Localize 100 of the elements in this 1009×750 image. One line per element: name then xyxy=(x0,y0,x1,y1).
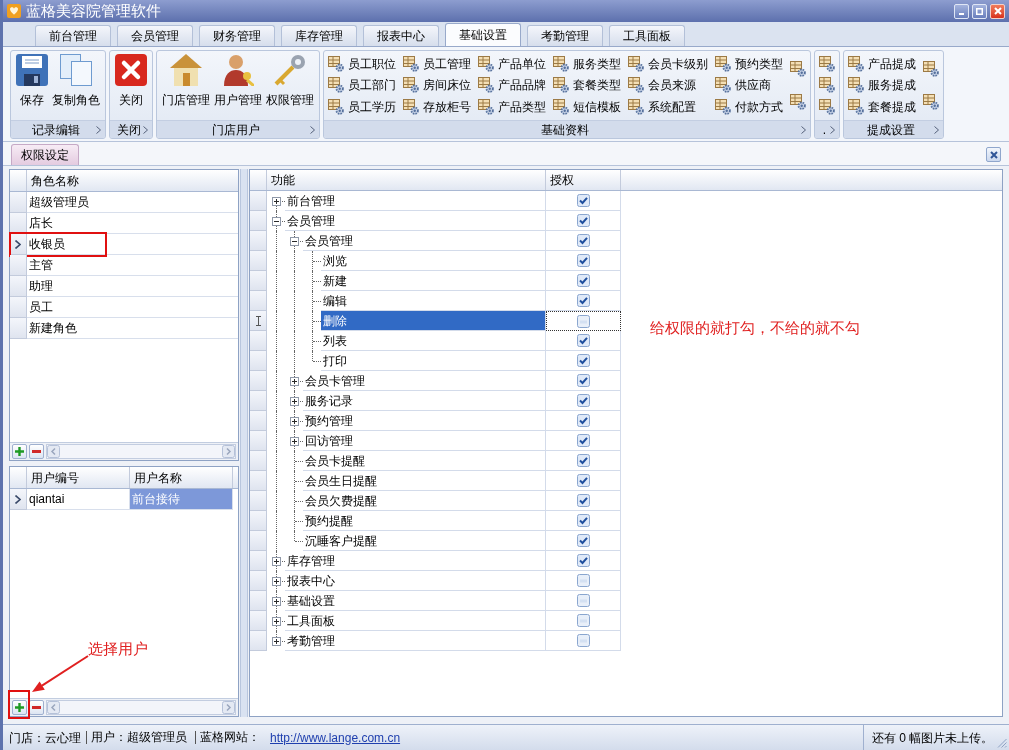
table-cell[interactable]: 主管 xyxy=(27,255,238,276)
tree-cell[interactable]: 列表 xyxy=(321,331,546,351)
checkbox[interactable] xyxy=(576,414,590,427)
horizontal-scrollbar[interactable] xyxy=(46,700,236,715)
tree-cell[interactable]: 会员管理 xyxy=(303,231,546,251)
collapse-icon[interactable] xyxy=(272,217,281,226)
checkbox[interactable] xyxy=(577,314,590,328)
ribbon-button[interactable]: 服务类型 xyxy=(553,53,621,74)
launcher-icon[interactable] xyxy=(934,125,939,134)
ribbon-large-button[interactable]: 用户管理 xyxy=(212,51,264,120)
tree-cell[interactable]: 服务记录 xyxy=(303,391,546,411)
ribbon-icon-button[interactable] xyxy=(923,59,939,80)
table-cell[interactable]: 员工 xyxy=(27,297,238,318)
launcher-icon[interactable] xyxy=(830,125,835,134)
ribbon-button[interactable]: 预约类型 xyxy=(715,53,783,74)
tree-cell[interactable]: 删除 xyxy=(321,311,546,331)
checkbox[interactable] xyxy=(576,274,590,287)
close-button[interactable] xyxy=(990,3,1005,19)
menu-tab[interactable]: 考勤管理 xyxy=(527,25,603,46)
column-header[interactable]: 授权 xyxy=(546,170,621,190)
resize-grip-icon[interactable] xyxy=(997,738,1007,748)
ribbon-large-button[interactable]: 复制角色 xyxy=(50,51,102,120)
expand-icon[interactable] xyxy=(272,557,281,566)
checkbox[interactable] xyxy=(576,254,590,267)
checkbox[interactable] xyxy=(576,534,590,547)
ribbon-icon-button[interactable] xyxy=(819,53,835,74)
ribbon-icon-button[interactable] xyxy=(819,97,835,118)
scroll-left-icon[interactable] xyxy=(47,701,60,714)
expand-icon[interactable] xyxy=(272,197,281,206)
expand-icon[interactable] xyxy=(290,397,299,406)
column-header[interactable]: 用户编号 xyxy=(27,467,130,488)
tree-cell[interactable]: 基础设置 xyxy=(285,591,546,611)
ribbon-button[interactable]: 房间床位 xyxy=(403,75,471,96)
ribbon-button[interactable]: 产品品牌 xyxy=(478,75,546,96)
ribbon-button[interactable]: 产品单位 xyxy=(478,53,546,74)
tree-cell[interactable]: 会员生日提醒 xyxy=(303,471,546,491)
expand-icon[interactable] xyxy=(290,377,299,386)
horizontal-scrollbar[interactable] xyxy=(46,444,236,459)
ribbon-button[interactable]: 会员来源 xyxy=(628,75,708,96)
tree-cell[interactable]: 前台管理 xyxy=(285,191,546,211)
maximize-button[interactable] xyxy=(972,3,987,19)
tree-cell[interactable]: 会员管理 xyxy=(285,211,546,231)
checkbox[interactable] xyxy=(576,334,590,347)
tree-cell[interactable]: 报表中心 xyxy=(285,571,546,591)
ribbon-large-button[interactable]: 保存 xyxy=(14,51,50,120)
ribbon-button[interactable]: 套餐类型 xyxy=(553,75,621,96)
menu-tab[interactable]: 报表中心 xyxy=(363,25,439,46)
tree-cell[interactable]: 会员卡提醒 xyxy=(303,451,546,471)
ribbon-button[interactable]: 服务提成 xyxy=(848,75,916,96)
checkbox[interactable] xyxy=(576,214,590,227)
checkbox[interactable] xyxy=(576,514,590,527)
launcher-icon[interactable] xyxy=(310,125,315,134)
row-header[interactable] xyxy=(250,311,267,331)
table-cell[interactable]: 店长 xyxy=(27,213,238,234)
ribbon-button[interactable]: 套餐提成 xyxy=(848,97,916,118)
expand-icon[interactable] xyxy=(272,617,281,626)
expand-icon[interactable] xyxy=(290,417,299,426)
scroll-right-icon[interactable] xyxy=(222,701,235,714)
expand-icon[interactable] xyxy=(290,437,299,446)
row-header[interactable] xyxy=(10,213,27,234)
tree-cell[interactable]: 新建 xyxy=(321,271,546,291)
tree-cell[interactable]: 工具面板 xyxy=(285,611,546,631)
ribbon-button[interactable]: 短信模板 xyxy=(553,97,621,118)
tree-cell[interactable]: 沉睡客户提醒 xyxy=(303,531,546,551)
launcher-icon[interactable] xyxy=(801,125,806,134)
menu-tab[interactable]: 前台管理 xyxy=(35,25,111,46)
website-link[interactable]: http://www.lange.com.cn xyxy=(270,728,401,747)
row-header[interactable] xyxy=(10,489,27,510)
tree-cell[interactable]: 会员欠费提醒 xyxy=(303,491,546,511)
expand-icon[interactable] xyxy=(272,577,281,586)
ribbon-button[interactable]: 系统配置 xyxy=(628,97,708,118)
scroll-left-icon[interactable] xyxy=(47,445,60,458)
add-button[interactable] xyxy=(12,444,27,459)
ribbon-button[interactable]: 产品提成 xyxy=(848,53,916,74)
table-cell[interactable]: 助理 xyxy=(27,276,238,297)
checkbox[interactable] xyxy=(576,374,590,387)
expand-icon[interactable] xyxy=(272,637,281,646)
launcher-icon[interactable] xyxy=(143,125,148,134)
tree-cell[interactable]: 浏览 xyxy=(321,251,546,271)
checkbox[interactable] xyxy=(576,354,590,367)
checkbox[interactable] xyxy=(576,434,590,447)
document-tab[interactable]: 权限设定 xyxy=(11,144,79,165)
collapse-icon[interactable] xyxy=(290,237,299,246)
ribbon-large-button[interactable]: 关闭 xyxy=(113,51,149,120)
add-button[interactable] xyxy=(12,700,27,715)
ribbon-button[interactable]: 付款方式 xyxy=(715,97,783,118)
checkbox[interactable] xyxy=(576,234,590,247)
checkbox[interactable] xyxy=(576,454,590,467)
table-cell[interactable]: 新建角色 xyxy=(27,318,238,339)
ribbon-button[interactable]: 员工学历 xyxy=(328,97,396,118)
checkbox[interactable] xyxy=(576,474,590,487)
ribbon-button[interactable]: 员工职位 xyxy=(328,53,396,74)
checkbox[interactable] xyxy=(576,614,590,627)
menu-tab[interactable]: 财务管理 xyxy=(199,25,275,46)
ribbon-icon-button[interactable] xyxy=(923,91,939,112)
ribbon-button[interactable]: 员工管理 xyxy=(403,53,471,74)
checkbox[interactable] xyxy=(576,554,590,567)
tree-cell[interactable]: 预约提醒 xyxy=(303,511,546,531)
column-header[interactable]: 用户名称 xyxy=(130,467,233,488)
ribbon-button[interactable]: 员工部门 xyxy=(328,75,396,96)
